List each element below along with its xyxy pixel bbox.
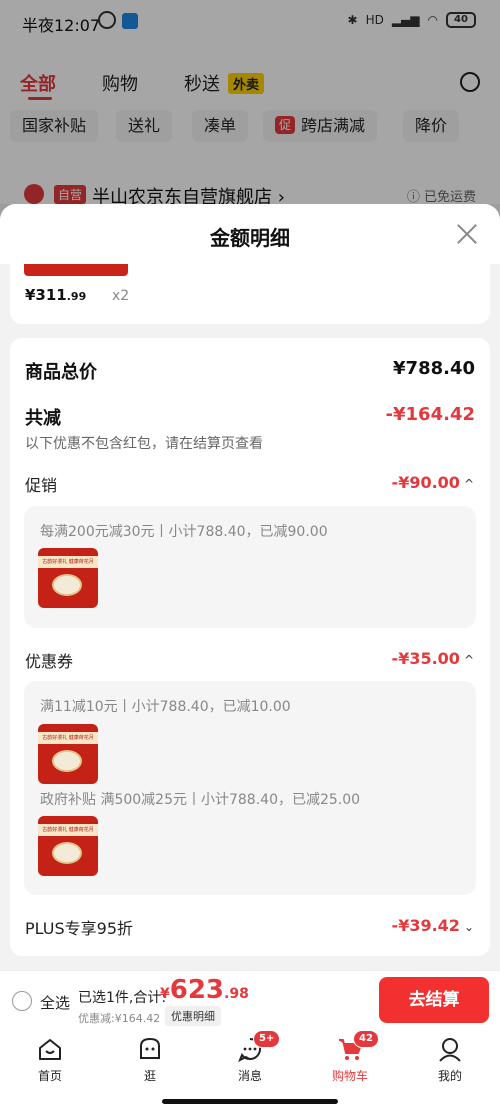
total-integer: 623 [169,975,225,1005]
home-icon [37,1036,63,1062]
tab-label: 我的 [437,1069,462,1083]
tab-label: 消息 [237,1069,262,1083]
tab-browse[interactable]: 逛 [110,1036,190,1084]
checkout-button[interactable]: 去结算 [379,977,489,1023]
mooncake-tin-graphic [52,750,82,772]
select-all-label[interactable]: 全选 [40,992,70,1013]
product-thumbnail: 古韵好漫礼 健康荷花月 [38,816,98,876]
discount-label: 共减 [25,408,61,429]
tab-home[interactable]: 首页 [10,1036,90,1084]
coupon-value: -¥35.00 [391,649,460,668]
message-icon: 5+ [237,1030,281,1063]
discount-detail-button[interactable]: 优惠明细 [165,1006,221,1026]
chevron-down-icon: ⌄ [463,920,474,934]
product-thumbnail: 古韵好漫礼 健康荷花月 [38,724,98,784]
browse-face-icon [137,1036,163,1062]
tab-label: 首页 [37,1069,62,1083]
total-currency: ¥ [160,986,170,1002]
discount-value: -¥164.42 [385,404,475,425]
thumbnail-caption: 古韵好漫礼 健康荷花月 [38,732,98,744]
cart-icon: 42 [337,1030,379,1062]
unit-price: ¥311.99 [25,286,86,304]
tab-label: 逛 [143,1069,156,1083]
selected-count-label: 已选1件,合计: [78,990,167,1006]
coupon-toggle[interactable]: -¥35.00 ^ [392,649,474,668]
tab-label: 购物车 [331,1069,368,1083]
select-all-radio[interactable] [12,991,32,1011]
coupon-label: 优惠券 [25,652,74,671]
subsidy-detail-text: 政府补贴 满500减25元丨小计788.40，已减25.00 [40,792,361,808]
product-thumbnail: 古韵好漫礼 健康荷花月 [38,548,98,608]
discount-summary: 优惠减:¥164.42 [78,1012,161,1025]
item-quantity: x2 [112,288,130,304]
unit-price-decimal: .99 [66,290,87,303]
plus-discount-toggle[interactable]: -¥39.42 ⌄ [392,916,474,935]
plus-discount-value: -¥39.42 [391,916,460,935]
plus-discount-label: PLUS专享95折 [25,919,133,938]
promotion-detail-text: 每满200元减30元丨小计788.40，已减90.00 [40,524,328,540]
cart-badge: 42 [353,1030,379,1048]
home-indicator[interactable] [162,1099,338,1104]
promotion-toggle[interactable]: -¥90.00 ^ [392,473,474,492]
coupon-detail-text: 满11减10元丨小计788.40，已减10.00 [40,699,291,715]
chevron-up-icon: ^ [463,653,474,667]
chevron-up-icon: ^ [463,477,474,491]
tab-cart[interactable]: 42 购物车 [310,1030,390,1084]
product-image [24,264,128,276]
tab-profile[interactable]: 我的 [410,1036,490,1084]
promotion-label: 促销 [25,476,58,495]
amount-detail-sheet: 金额明细 ¥311.99 x2 商品总价 ¥788.40 共减 -¥164.42… [0,204,500,970]
promotion-value: -¥90.00 [391,473,460,492]
message-badge: 5+ [253,1030,281,1048]
mooncake-tin-graphic [52,842,82,864]
discount-note: 以下优惠不包含红包，请在结算页查看 [25,436,263,452]
total-value: ¥788.40 [393,358,475,379]
total-decimal: .98 [224,986,249,1002]
unit-price-main: ¥311 [25,286,67,304]
thumbnail-caption: 古韵好漫礼 健康荷花月 [38,556,98,568]
tab-messages[interactable]: 5+ 消息 [210,1030,290,1084]
thumbnail-caption: 古韵好漫礼 健康荷花月 [38,824,98,836]
profile-icon [437,1036,463,1062]
close-icon[interactable] [454,221,480,247]
mooncake-tin-graphic [52,574,82,596]
total-price: ¥623.98 [160,975,249,1005]
sheet-title: 金额明细 [210,226,290,250]
total-label: 商品总价 [25,362,97,383]
